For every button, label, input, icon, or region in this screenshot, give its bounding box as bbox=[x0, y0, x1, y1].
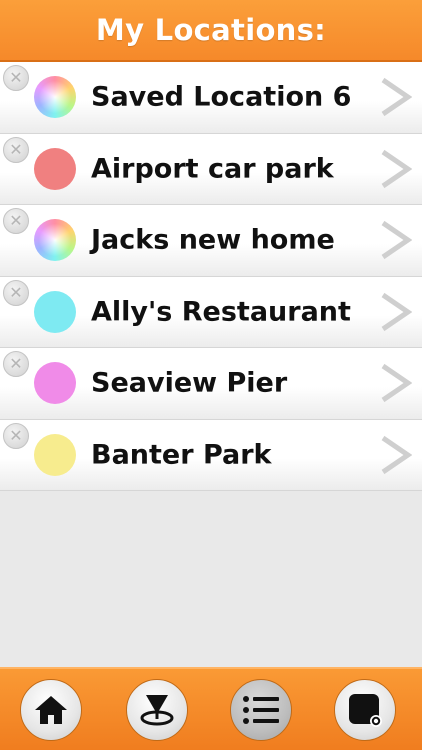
delete-icon[interactable]: ✕ bbox=[3, 351, 29, 377]
location-color-dot bbox=[34, 147, 76, 190]
location-name: Ally's Restaurant bbox=[91, 296, 351, 328]
location-name: Jacks new home bbox=[91, 224, 335, 256]
tab-settings[interactable] bbox=[334, 679, 396, 741]
location-name: Saved Location 6 bbox=[91, 81, 352, 113]
tab-map-pin[interactable] bbox=[126, 679, 188, 741]
location-row[interactable]: ✕ Ally's Restaurant bbox=[0, 276, 422, 348]
list-icon bbox=[243, 696, 279, 724]
page-title: My Locations: bbox=[95, 13, 327, 47]
chevron-right-icon[interactable] bbox=[378, 220, 412, 260]
delete-icon[interactable]: ✕ bbox=[3, 279, 29, 306]
home-icon bbox=[35, 696, 67, 724]
location-color-dot bbox=[34, 290, 76, 333]
delete-icon[interactable]: ✕ bbox=[3, 136, 29, 163]
location-row[interactable]: ✕ Airport car park bbox=[0, 133, 422, 205]
location-color-dot bbox=[34, 219, 76, 262]
settings-icon bbox=[349, 694, 382, 727]
location-color-dot bbox=[34, 76, 76, 119]
tab-bar bbox=[0, 667, 422, 750]
location-name: Seaview Pier bbox=[91, 367, 288, 399]
delete-icon[interactable]: ✕ bbox=[3, 208, 29, 234]
chevron-right-icon[interactable] bbox=[378, 149, 412, 189]
delete-icon[interactable]: ✕ bbox=[3, 65, 29, 91]
chevron-right-icon[interactable] bbox=[378, 77, 412, 117]
location-row[interactable]: ✕ Jacks new home bbox=[0, 205, 422, 277]
location-color-dot bbox=[34, 433, 76, 476]
map-pin-icon bbox=[140, 695, 174, 726]
chevron-right-icon[interactable] bbox=[378, 435, 412, 475]
chevron-right-icon[interactable] bbox=[378, 292, 412, 332]
tab-home[interactable] bbox=[20, 679, 82, 741]
location-row[interactable]: ✕ Saved Location 6 bbox=[0, 62, 422, 134]
location-list: ✕ Saved Location 6 ✕ Airport car park ✕ … bbox=[0, 62, 422, 491]
tab-list[interactable] bbox=[230, 679, 292, 741]
location-row[interactable]: ✕ Banter Park bbox=[0, 419, 422, 491]
header-bar: My Locations: bbox=[0, 0, 422, 62]
location-name: Airport car park bbox=[91, 153, 334, 185]
location-row[interactable]: ✕ Seaview Pier bbox=[0, 348, 422, 420]
location-color-dot bbox=[34, 362, 76, 405]
location-name: Banter Park bbox=[91, 439, 272, 471]
delete-icon[interactable]: ✕ bbox=[3, 422, 29, 449]
chevron-right-icon[interactable] bbox=[378, 363, 412, 403]
